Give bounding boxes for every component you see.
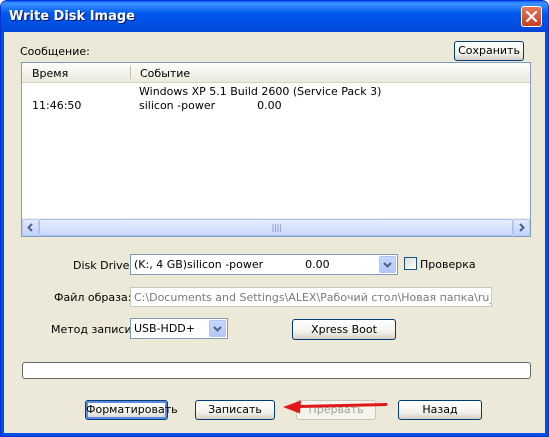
write-disk-image-window: Write Disk Image Сообщение: Сохранить Вр… bbox=[0, 0, 549, 437]
xpress-boot-button[interactable]: Xpress Boot bbox=[292, 319, 396, 340]
chevron-right-icon bbox=[519, 223, 525, 232]
verify-label[interactable]: Проверка bbox=[420, 258, 476, 271]
chevron-down-icon bbox=[213, 326, 222, 332]
scroll-left-button[interactable] bbox=[22, 219, 39, 236]
write-method-label: Метод записи: bbox=[51, 323, 136, 336]
log-label: Сообщение: bbox=[20, 45, 90, 58]
disk-drive-value: (K:, 4 GB)silicon -power 0.00 bbox=[134, 258, 330, 271]
verify-checkbox[interactable] bbox=[404, 257, 417, 270]
write-progress-bar bbox=[22, 362, 531, 379]
close-button[interactable] bbox=[521, 6, 542, 27]
back-button[interactable]: Назад bbox=[398, 400, 482, 420]
log-list[interactable]: Время Событие Windows XP 5.1 Build 2600 … bbox=[21, 62, 531, 237]
image-file-label: Файл образа: bbox=[54, 291, 132, 304]
column-separator[interactable] bbox=[130, 66, 131, 79]
annotation-arrow-icon bbox=[283, 400, 388, 414]
image-file-field[interactable]: C:\Documents and Settings\ALEX\Рабочий с… bbox=[130, 287, 492, 307]
log-row-time: 11:46:50 bbox=[32, 99, 82, 112]
column-header-event[interactable]: Событие bbox=[140, 67, 190, 80]
chevron-left-icon bbox=[27, 223, 33, 232]
window-title: Write Disk Image bbox=[9, 9, 135, 24]
window-frame-right bbox=[545, 32, 548, 436]
log-row-event: silicon -power 0.00 bbox=[139, 99, 282, 112]
save-log-button[interactable]: Сохранить bbox=[454, 41, 524, 61]
write-button[interactable]: Записать bbox=[195, 400, 275, 420]
write-method-dropdown-button[interactable] bbox=[209, 320, 226, 337]
log-list-header: Время Событие bbox=[22, 63, 530, 83]
log-row-event: Windows XP 5.1 Build 2600 (Service Pack … bbox=[139, 85, 382, 98]
log-horizontal-scrollbar[interactable] bbox=[22, 218, 530, 236]
disk-drive-dropdown-button[interactable] bbox=[379, 256, 396, 273]
scroll-thumb[interactable] bbox=[39, 219, 513, 236]
format-button[interactable]: Форматировать bbox=[85, 400, 178, 420]
window-frame-left bbox=[1, 32, 4, 436]
column-header-time[interactable]: Время bbox=[32, 67, 68, 80]
disk-drive-label: Disk Drive: bbox=[73, 259, 134, 272]
image-file-value: C:\Documents and Settings\ALEX\Рабочий с… bbox=[134, 291, 492, 304]
chevron-down-icon bbox=[383, 262, 392, 268]
close-icon bbox=[526, 11, 537, 22]
scroll-right-button[interactable] bbox=[513, 219, 530, 236]
window-frame-bottom bbox=[1, 433, 548, 436]
disk-drive-select[interactable]: (K:, 4 GB)silicon -power 0.00 bbox=[130, 254, 398, 275]
title-bar[interactable]: Write Disk Image bbox=[1, 1, 548, 32]
write-method-select[interactable]: USB-HDD+ bbox=[130, 318, 228, 339]
write-method-value: USB-HDD+ bbox=[134, 322, 195, 335]
grip-icon bbox=[272, 224, 281, 232]
